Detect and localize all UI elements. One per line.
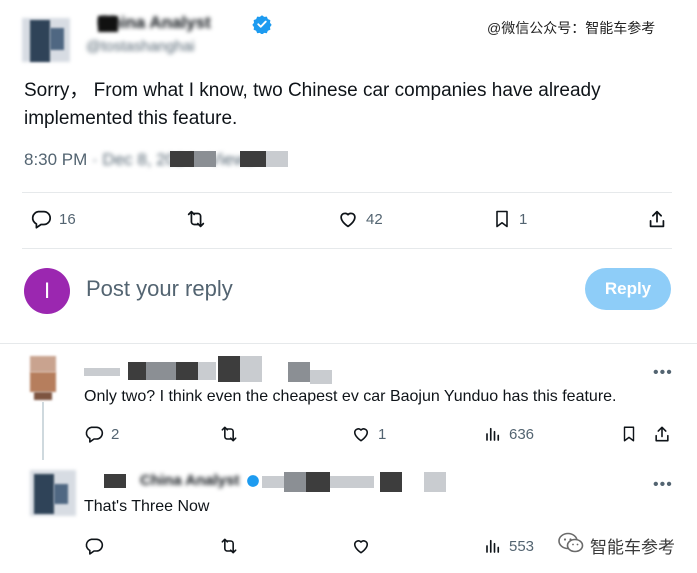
heart-icon — [337, 208, 359, 230]
censor-block — [262, 476, 284, 488]
repost-icon — [218, 536, 240, 556]
reply-icon — [84, 536, 104, 556]
repost-icon — [218, 424, 240, 444]
like-action[interactable]: 42 — [337, 208, 383, 230]
heart-icon — [351, 424, 371, 444]
bookmark-count: 1 — [519, 210, 528, 228]
reply2-avatar[interactable] — [30, 470, 76, 516]
verified-badge-icon — [246, 474, 260, 493]
reply1-avatar[interactable] — [30, 356, 56, 400]
composer-avatar[interactable]: I — [24, 268, 70, 314]
reply2-author-name[interactable]: China Analyst — [140, 472, 239, 489]
reply1-views-count: 636 — [509, 425, 535, 443]
censor-block — [306, 472, 330, 492]
analytics-icon — [484, 536, 502, 556]
censor-block — [240, 151, 266, 167]
reply2-more-icon[interactable]: ••• — [653, 476, 673, 494]
bookmark-icon — [492, 208, 512, 230]
reply2-views-count: 553 — [509, 537, 535, 555]
censor-block — [218, 356, 240, 382]
censor-block — [176, 362, 198, 380]
divider — [22, 192, 672, 193]
share-action[interactable] — [646, 208, 668, 230]
reply2-repost-action[interactable] — [218, 536, 240, 556]
reply2-like-action[interactable] — [351, 536, 371, 556]
censor-block — [194, 151, 216, 167]
reply2-text: That's Three Now — [84, 498, 210, 515]
like-count: 42 — [366, 210, 383, 228]
reply-action[interactable]: 16 — [30, 208, 76, 230]
main-tweet-text: Sorry， From what I know, two Chinese car… — [24, 80, 601, 129]
reply1-views-action[interactable]: 636 — [484, 424, 534, 444]
censor-block — [310, 370, 332, 384]
repost-action[interactable] — [184, 208, 215, 230]
reply-icon — [30, 208, 52, 230]
censor-block — [240, 356, 262, 382]
reply-icon — [84, 424, 104, 444]
censor-block — [170, 151, 194, 167]
main-author-handle: @tostashanghai — [86, 38, 195, 55]
thread-line — [42, 402, 44, 460]
reply1-like-count: 1 — [378, 425, 387, 443]
reply1-bookmark-action[interactable] — [620, 424, 638, 444]
wechat-icon — [558, 532, 584, 559]
bookmark-action[interactable]: 1 — [492, 208, 527, 230]
share-icon — [652, 424, 672, 444]
reply1-text: Only two? I think even the cheapest ev c… — [84, 388, 617, 405]
reply1-reply-count: 2 — [111, 425, 120, 443]
censor-block — [288, 362, 310, 382]
tweet-time[interactable]: 8:30 PM — [24, 150, 87, 169]
reply1-like-action[interactable]: 1 — [351, 424, 386, 444]
main-author-avatar[interactable] — [22, 18, 70, 62]
reply-count: 16 — [59, 210, 76, 228]
censor-block — [104, 474, 126, 488]
verified-badge-icon — [252, 14, 272, 39]
reply2-views-action[interactable]: 553 — [484, 536, 534, 556]
reply1-share-action[interactable] — [652, 424, 672, 444]
censor-block — [198, 362, 216, 380]
censor-block — [128, 362, 146, 380]
censor-block — [84, 368, 120, 376]
divider — [0, 343, 697, 344]
reply1-more-icon[interactable]: ••• — [653, 364, 673, 382]
composer-avatar-letter: I — [43, 278, 51, 303]
reply1-reply-action[interactable]: 2 — [84, 424, 119, 444]
watermark-bottom: 智能车参考 — [558, 532, 675, 559]
reply1-repost-action[interactable] — [218, 424, 240, 444]
name-censor — [98, 16, 118, 32]
heart-icon — [351, 536, 371, 556]
reply2-reply-action[interactable] — [84, 536, 104, 556]
share-icon — [646, 208, 668, 230]
watermark-top: @微信公众号：智能车参考 — [487, 20, 656, 36]
censor-block — [146, 362, 176, 380]
censor-block — [330, 476, 374, 488]
divider — [22, 248, 672, 249]
censor-block — [266, 151, 288, 167]
reply-button[interactable]: Reply — [585, 268, 671, 310]
censor-block — [284, 472, 306, 492]
repost-icon — [184, 208, 208, 230]
watermark-bottom-text: 智能车参考 — [590, 538, 675, 557]
reply-input[interactable]: Post your reply — [86, 276, 233, 302]
analytics-icon — [484, 424, 502, 444]
censor-block — [380, 472, 402, 492]
tweet-timestamp[interactable]: 8:30 PM · Dec 8, 2024 · Views — [24, 150, 254, 170]
bookmark-icon — [620, 424, 638, 444]
censor-block — [424, 472, 446, 492]
